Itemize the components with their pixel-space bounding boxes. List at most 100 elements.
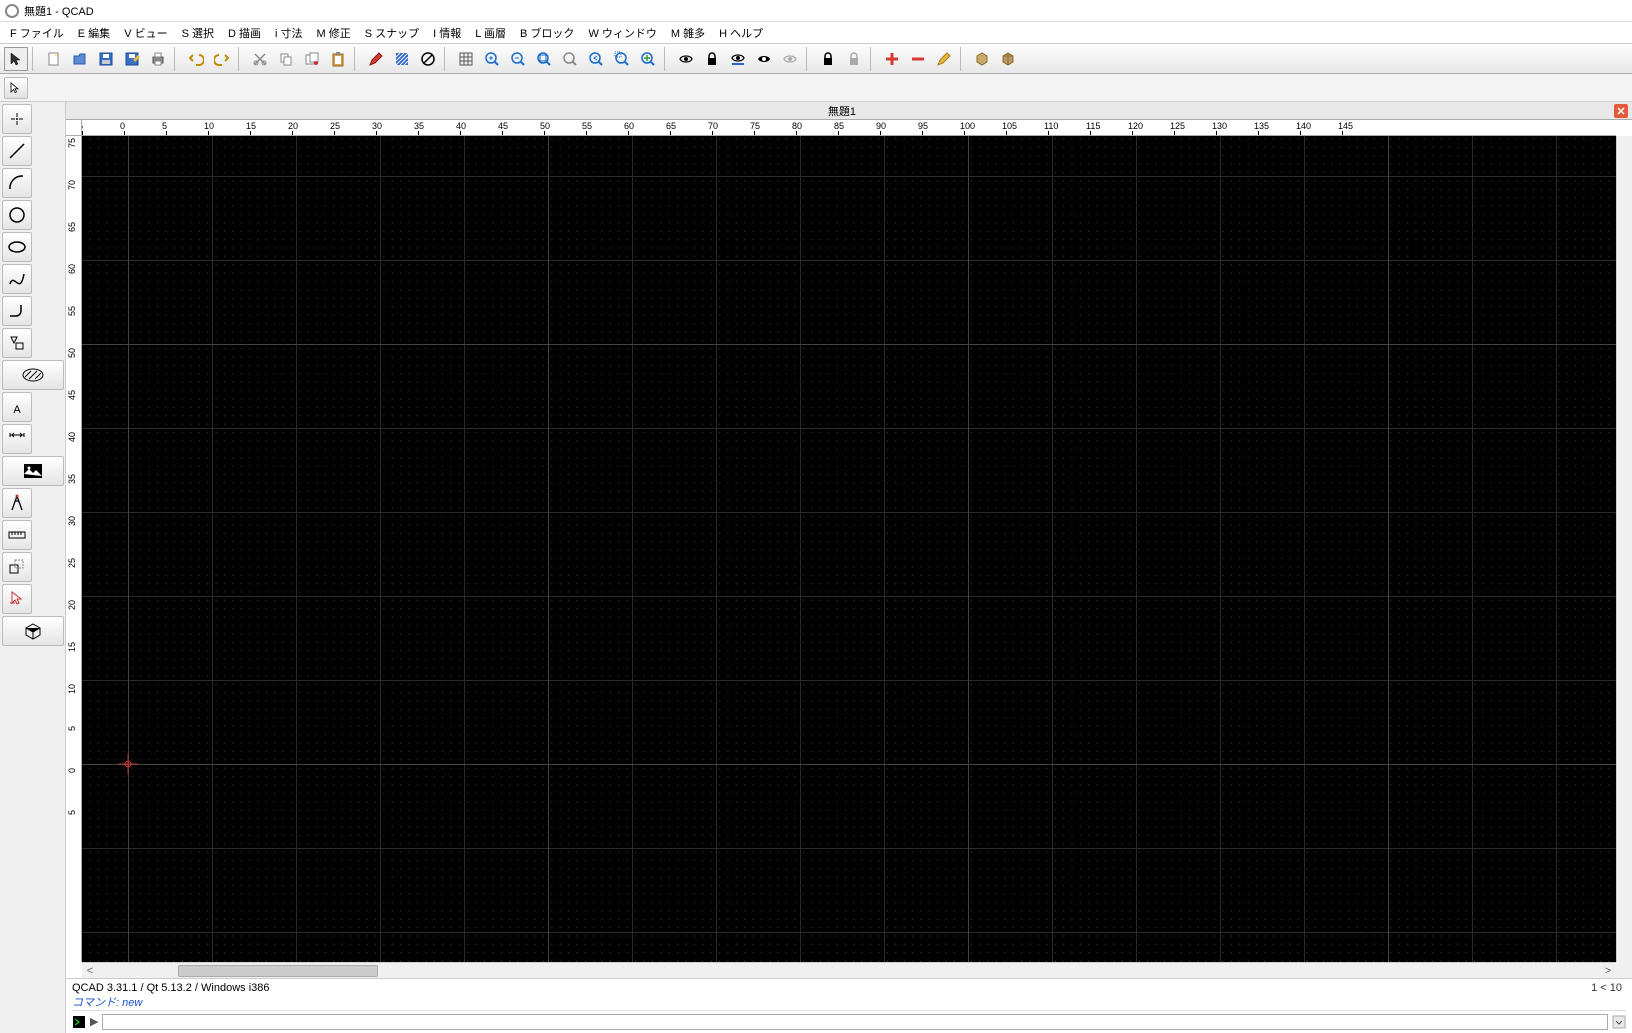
menu-view[interactable]: V ビュー (117, 25, 174, 41)
spline-icon (7, 269, 27, 289)
copy-icon (278, 51, 294, 67)
menu-layer[interactable]: L 画層 (468, 25, 513, 41)
block-2-button[interactable] (996, 47, 1020, 71)
block-1-button[interactable] (970, 47, 994, 71)
tool-ellipse[interactable] (2, 232, 32, 262)
menu-snap[interactable]: S スナップ (358, 25, 426, 41)
tool-measure[interactable] (2, 488, 32, 518)
tool-arc[interactable] (2, 168, 32, 198)
print-button[interactable] (146, 47, 170, 71)
menu-modify[interactable]: M 修正 (310, 25, 358, 41)
eye-underline-button[interactable] (726, 47, 750, 71)
eye-dim-button[interactable] (778, 47, 802, 71)
menu-edit[interactable]: E 編集 (71, 25, 117, 41)
tool-point[interactable] (2, 104, 32, 134)
circle-icon (7, 205, 27, 225)
layer-remove-button[interactable] (906, 47, 930, 71)
document-tab-title[interactable]: 無題1 (828, 106, 856, 118)
grid-button[interactable] (454, 47, 478, 71)
zoom-prev-button[interactable] (584, 47, 608, 71)
hruler-tick: 5 (82, 121, 83, 131)
paste-button[interactable] (326, 47, 350, 71)
zoom-window-button[interactable] (610, 47, 634, 71)
compass-icon (7, 493, 27, 513)
horizontal-scrollbar[interactable]: < > (82, 962, 1616, 978)
scroll-track[interactable] (98, 965, 1600, 977)
zoom-pan-icon (640, 51, 656, 67)
tool-circle[interactable] (2, 200, 32, 230)
menu-misc[interactable]: M 雑多 (664, 25, 712, 41)
zoom-in-button[interactable] (480, 47, 504, 71)
copy-button[interactable] (274, 47, 298, 71)
polyline-icon (7, 301, 27, 321)
hruler-tick: 120 (1128, 121, 1143, 131)
vertical-scrollbar[interactable] (1616, 136, 1632, 962)
zoom-pan-button[interactable] (636, 47, 660, 71)
undo-button[interactable] (184, 47, 208, 71)
ruler-icon (7, 525, 27, 545)
hatch-blue-button[interactable] (390, 47, 414, 71)
zoom-selection-button[interactable] (558, 47, 582, 71)
arc-icon (7, 173, 27, 193)
svg-text:A: A (13, 404, 21, 416)
hruler-tick: 95 (918, 121, 928, 131)
pointer-tool-button[interactable] (4, 47, 28, 71)
dim-icon (7, 429, 27, 449)
tool-select[interactable] (2, 584, 32, 614)
scroll-left-icon[interactable]: < (82, 965, 98, 977)
tool-text[interactable]: A (2, 392, 32, 422)
hruler-tick: 105 (1002, 121, 1017, 131)
hruler-tick: 115 (1086, 121, 1100, 131)
tool-ruler[interactable] (2, 520, 32, 550)
scroll-right-icon[interactable]: > (1600, 965, 1616, 977)
tool-shape[interactable] (2, 328, 32, 358)
zoom-out-button[interactable] (506, 47, 530, 71)
tool-dimension[interactable] (2, 424, 32, 454)
layer-add-button[interactable] (880, 47, 904, 71)
menu-draw[interactable]: D 描画 (221, 25, 268, 41)
menu-block[interactable]: B ブロック (513, 25, 581, 41)
scroll-thumb[interactable] (178, 965, 378, 977)
tool-line[interactable] (2, 136, 32, 166)
no-hatch-button[interactable] (416, 47, 440, 71)
save-button[interactable] (94, 47, 118, 71)
tool-image[interactable] (2, 456, 64, 486)
command-input[interactable] (102, 1014, 1608, 1030)
copy-ref-button[interactable] (300, 47, 324, 71)
tool-hatch[interactable] (2, 360, 64, 390)
tool-spline[interactable] (2, 264, 32, 294)
save-as-button[interactable] (120, 47, 144, 71)
reset-tool-button[interactable] (4, 77, 28, 99)
cut-button[interactable] (248, 47, 272, 71)
hruler-tick: 50 (540, 121, 550, 131)
menu-file[interactable]: F ファイル (3, 25, 71, 41)
tool-isometric[interactable] (2, 616, 64, 646)
line-icon (7, 141, 27, 161)
save-icon (98, 51, 114, 67)
menu-help[interactable]: H ヘルプ (712, 25, 770, 41)
layer-edit-button[interactable] (932, 47, 956, 71)
zoom-auto-button[interactable] (532, 47, 556, 71)
menu-window[interactable]: W ウィンドウ (581, 25, 663, 41)
menu-info[interactable]: I 情報 (426, 25, 468, 41)
vruler-tick: 70 (67, 180, 77, 190)
eye-bold-button[interactable] (752, 47, 776, 71)
line-red-button[interactable] (364, 47, 388, 71)
menu-dim[interactable]: i 寸法 (268, 25, 310, 41)
new-button[interactable] (42, 47, 66, 71)
grid-icon (458, 51, 474, 67)
open-button[interactable] (68, 47, 92, 71)
menu-select[interactable]: S 選択 (175, 25, 221, 41)
document-close-button[interactable] (1614, 104, 1628, 118)
redo-button[interactable] (210, 47, 234, 71)
hscroll-row: < > (66, 962, 1632, 978)
lock-black-button[interactable] (816, 47, 840, 71)
drawing-canvas[interactable] (82, 136, 1616, 962)
lock-dark-button[interactable] (700, 47, 724, 71)
lock-gray-button[interactable] (842, 47, 866, 71)
eye-show-button[interactable] (674, 47, 698, 71)
tool-polyline[interactable] (2, 296, 32, 326)
tab-title-wrap: 無題1 (76, 103, 1608, 119)
command-dropdown-icon[interactable] (1612, 1015, 1626, 1029)
tool-modify[interactable] (2, 552, 32, 582)
